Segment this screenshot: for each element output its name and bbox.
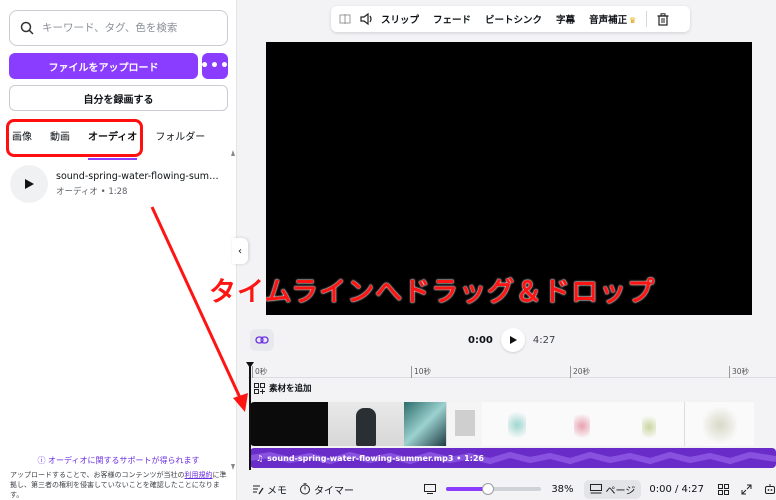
audio-enhance-button[interactable]: 音声補正 ♛ <box>589 12 636 26</box>
collapse-panel-button[interactable]: ‹ <box>232 238 248 264</box>
assistant-button[interactable] <box>764 483 776 495</box>
audio-track-name: sound-spring-water-flowing-summer.mp3 • … <box>267 453 484 463</box>
beat-sync-button[interactable]: ビートシンク <box>485 12 542 26</box>
upload-file-button[interactable]: ファイルをアップロード <box>9 53 198 79</box>
audio-play-button[interactable] <box>10 165 48 203</box>
toolbar-divider <box>646 11 648 27</box>
search-icon <box>20 21 34 35</box>
time-indicator: 0:00 / 4:27 <box>649 483 704 495</box>
total-time: 4:27 <box>532 334 556 346</box>
timer-icon <box>300 483 310 495</box>
more-options-button[interactable]: ••• <box>200 53 229 79</box>
record-yourself-button[interactable]: 自分を録画する <box>9 85 228 111</box>
video-track[interactable] <box>250 402 776 446</box>
split-icon[interactable] <box>337 11 353 27</box>
audio-track-label: ♫ sound-spring-water-flowing-summer.mp3 •… <box>256 454 484 463</box>
editor-footer: メモ タイマー 38% ページ 0:00 / 4:27 <box>248 478 776 500</box>
video-thumbnail <box>614 402 684 446</box>
expand-icon <box>741 484 752 494</box>
playback-controls: 0:00 4:27 <box>468 328 555 352</box>
music-note-icon: ♫ <box>256 453 264 463</box>
fade-button[interactable]: フェード <box>433 12 471 26</box>
slip-button[interactable]: スリップ <box>381 12 419 26</box>
audio-track[interactable]: ♫ sound-spring-water-flowing-summer.mp3 •… <box>250 448 776 468</box>
timeline-ruler: 0秒 10秒 20秒 30秒 <box>248 360 776 378</box>
video-thumbnail <box>404 402 446 446</box>
pages-button[interactable]: ページ <box>583 479 642 499</box>
play-icon <box>509 336 517 344</box>
crown-icon: ♛ <box>629 16 637 25</box>
ruler-tick: 20秒 <box>570 366 590 378</box>
play-button[interactable] <box>500 328 525 352</box>
grid-view-button[interactable] <box>718 483 729 495</box>
ruler-tick: 0秒 <box>252 366 267 378</box>
add-material-label: 素材を追加 <box>269 384 312 394</box>
video-thumbnail <box>482 402 554 446</box>
pages-label: ページ <box>605 485 636 497</box>
play-icon <box>25 179 34 189</box>
link-button[interactable] <box>250 329 274 351</box>
zoom-slider-handle[interactable] <box>481 483 494 495</box>
trash-icon[interactable] <box>655 11 671 27</box>
audio-file-meta: オーディオ • 1:28 <box>56 187 128 197</box>
terms-link[interactable]: 利用規約 <box>185 471 213 479</box>
chevron-left-icon: ‹ <box>238 245 242 257</box>
video-thumbnail <box>554 402 614 446</box>
pages-icon <box>589 484 602 494</box>
audio-toolbar: スリップ フェード ビートシンク 字幕 音声補正 ♛ <box>331 6 690 32</box>
search-box[interactable] <box>9 10 228 46</box>
upload-legal-notice: アップロードすることで、お客様のコンテンツが当社の利用規約に準拠し、第三者の権利… <box>10 470 230 500</box>
volume-icon[interactable] <box>359 11 375 27</box>
video-thumbnail <box>250 402 328 446</box>
video-thumbnail <box>446 402 482 446</box>
sidebar-scrollbar[interactable] <box>231 150 235 470</box>
tabs-highlight-annotation <box>6 119 143 157</box>
notes-button[interactable]: メモ <box>252 482 287 497</box>
legal-text-pre: アップロードすることで、お客様のコンテンツが当社の <box>10 471 185 479</box>
zoom-percent: 38% <box>551 483 574 495</box>
robot-icon <box>765 484 775 494</box>
help-icon: ⓘ <box>37 456 49 465</box>
video-thumbnail <box>328 402 404 446</box>
ruler-tick: 30秒 <box>729 366 749 378</box>
screen-icon <box>424 484 436 494</box>
audio-support-link[interactable]: ⓘ オーディオに関するサポートが得られます <box>0 455 237 466</box>
audio-file-name: sound-spring-water-flowing-summ... <box>56 171 220 182</box>
left-panel: ファイルをアップロード ••• 自分を録画する 画像 動画 オーディオ フォルダ… <box>0 0 237 500</box>
timeline-playhead[interactable] <box>246 362 254 470</box>
timer-button[interactable]: タイマー <box>299 482 354 497</box>
zoom-slider[interactable] <box>446 483 542 495</box>
video-thumbnail <box>684 402 754 446</box>
fullscreen-button[interactable] <box>741 484 752 495</box>
audio-enhance-label: 音声補正 <box>589 15 628 26</box>
fit-view-button[interactable] <box>424 484 436 494</box>
notes-icon <box>253 485 264 495</box>
annotation-caption: タイムラインへドラッグ＆ドロップ <box>209 277 656 308</box>
search-input[interactable] <box>42 22 212 34</box>
link-icon <box>255 336 269 344</box>
audio-list-item[interactable]: sound-spring-water-flowing-summ... オーディオ… <box>10 165 230 203</box>
tab-folders[interactable]: フォルダー <box>155 128 205 152</box>
audio-support-link-text: オーディオに関するサポートが得られます <box>48 456 200 465</box>
ruler-tick: 10秒 <box>411 366 431 378</box>
current-time: 0:00 <box>468 334 493 346</box>
add-material-icon <box>254 382 265 394</box>
notes-label: メモ <box>267 485 287 497</box>
timeline[interactable]: 0秒 10秒 20秒 30秒 素材を追加 ♫ sound-spring-wate… <box>246 360 776 478</box>
add-material-button[interactable]: 素材を追加 <box>254 382 312 394</box>
timer-label: タイマー <box>314 485 354 497</box>
grid-icon <box>718 483 729 495</box>
captions-button[interactable]: 字幕 <box>556 12 575 26</box>
